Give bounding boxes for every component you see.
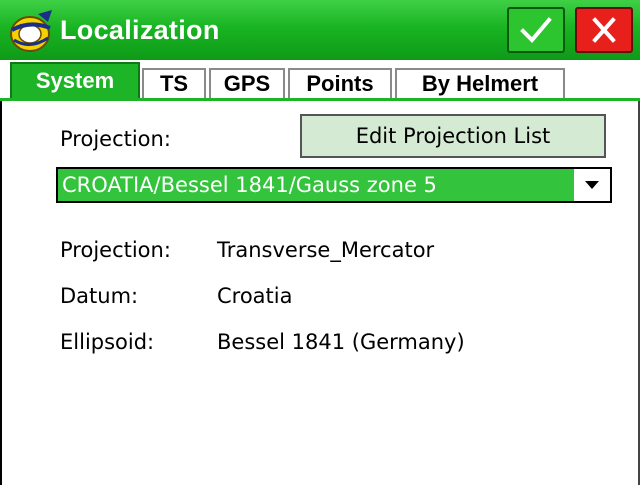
app-logo-icon: [10, 10, 52, 52]
tab-strip: System TS GPS Points By Helmert: [0, 62, 640, 100]
detail-value-ellipsoid: Bessel 1841 (Germany): [217, 330, 465, 354]
ok-button[interactable]: [507, 7, 565, 53]
tab-ts[interactable]: TS: [142, 68, 206, 100]
tab-system[interactable]: System: [10, 62, 140, 100]
window-title: Localization: [60, 15, 220, 45]
title-bar: Localization: [0, 0, 640, 60]
close-icon: [592, 17, 616, 43]
detail-value-datum: Croatia: [217, 284, 293, 308]
panel-left-border: [0, 101, 2, 485]
checkmark-icon: [520, 17, 552, 43]
projection-select[interactable]: CROATIA/Bessel 1841/Gauss zone 5: [56, 167, 612, 203]
detail-label-ellipsoid: Ellipsoid:: [60, 330, 155, 354]
tab-points[interactable]: Points: [288, 68, 392, 100]
detail-value-projection: Transverse_Mercator: [217, 238, 435, 262]
system-panel: Projection: Edit Projection List CROATIA…: [0, 101, 640, 485]
detail-label-datum: Datum:: [60, 284, 139, 308]
close-button[interactable]: [575, 7, 633, 53]
selected-projection: CROATIA/Bessel 1841/Gauss zone 5: [58, 169, 574, 201]
edit-projection-list-button[interactable]: Edit Projection List: [300, 114, 606, 158]
detail-label-projection: Projection:: [60, 238, 171, 262]
dropdown-arrow-icon[interactable]: [574, 169, 610, 201]
tab-gps[interactable]: GPS: [209, 68, 285, 100]
tab-by-helmert[interactable]: By Helmert: [395, 68, 565, 100]
projection-field-label: Projection:: [60, 127, 171, 151]
